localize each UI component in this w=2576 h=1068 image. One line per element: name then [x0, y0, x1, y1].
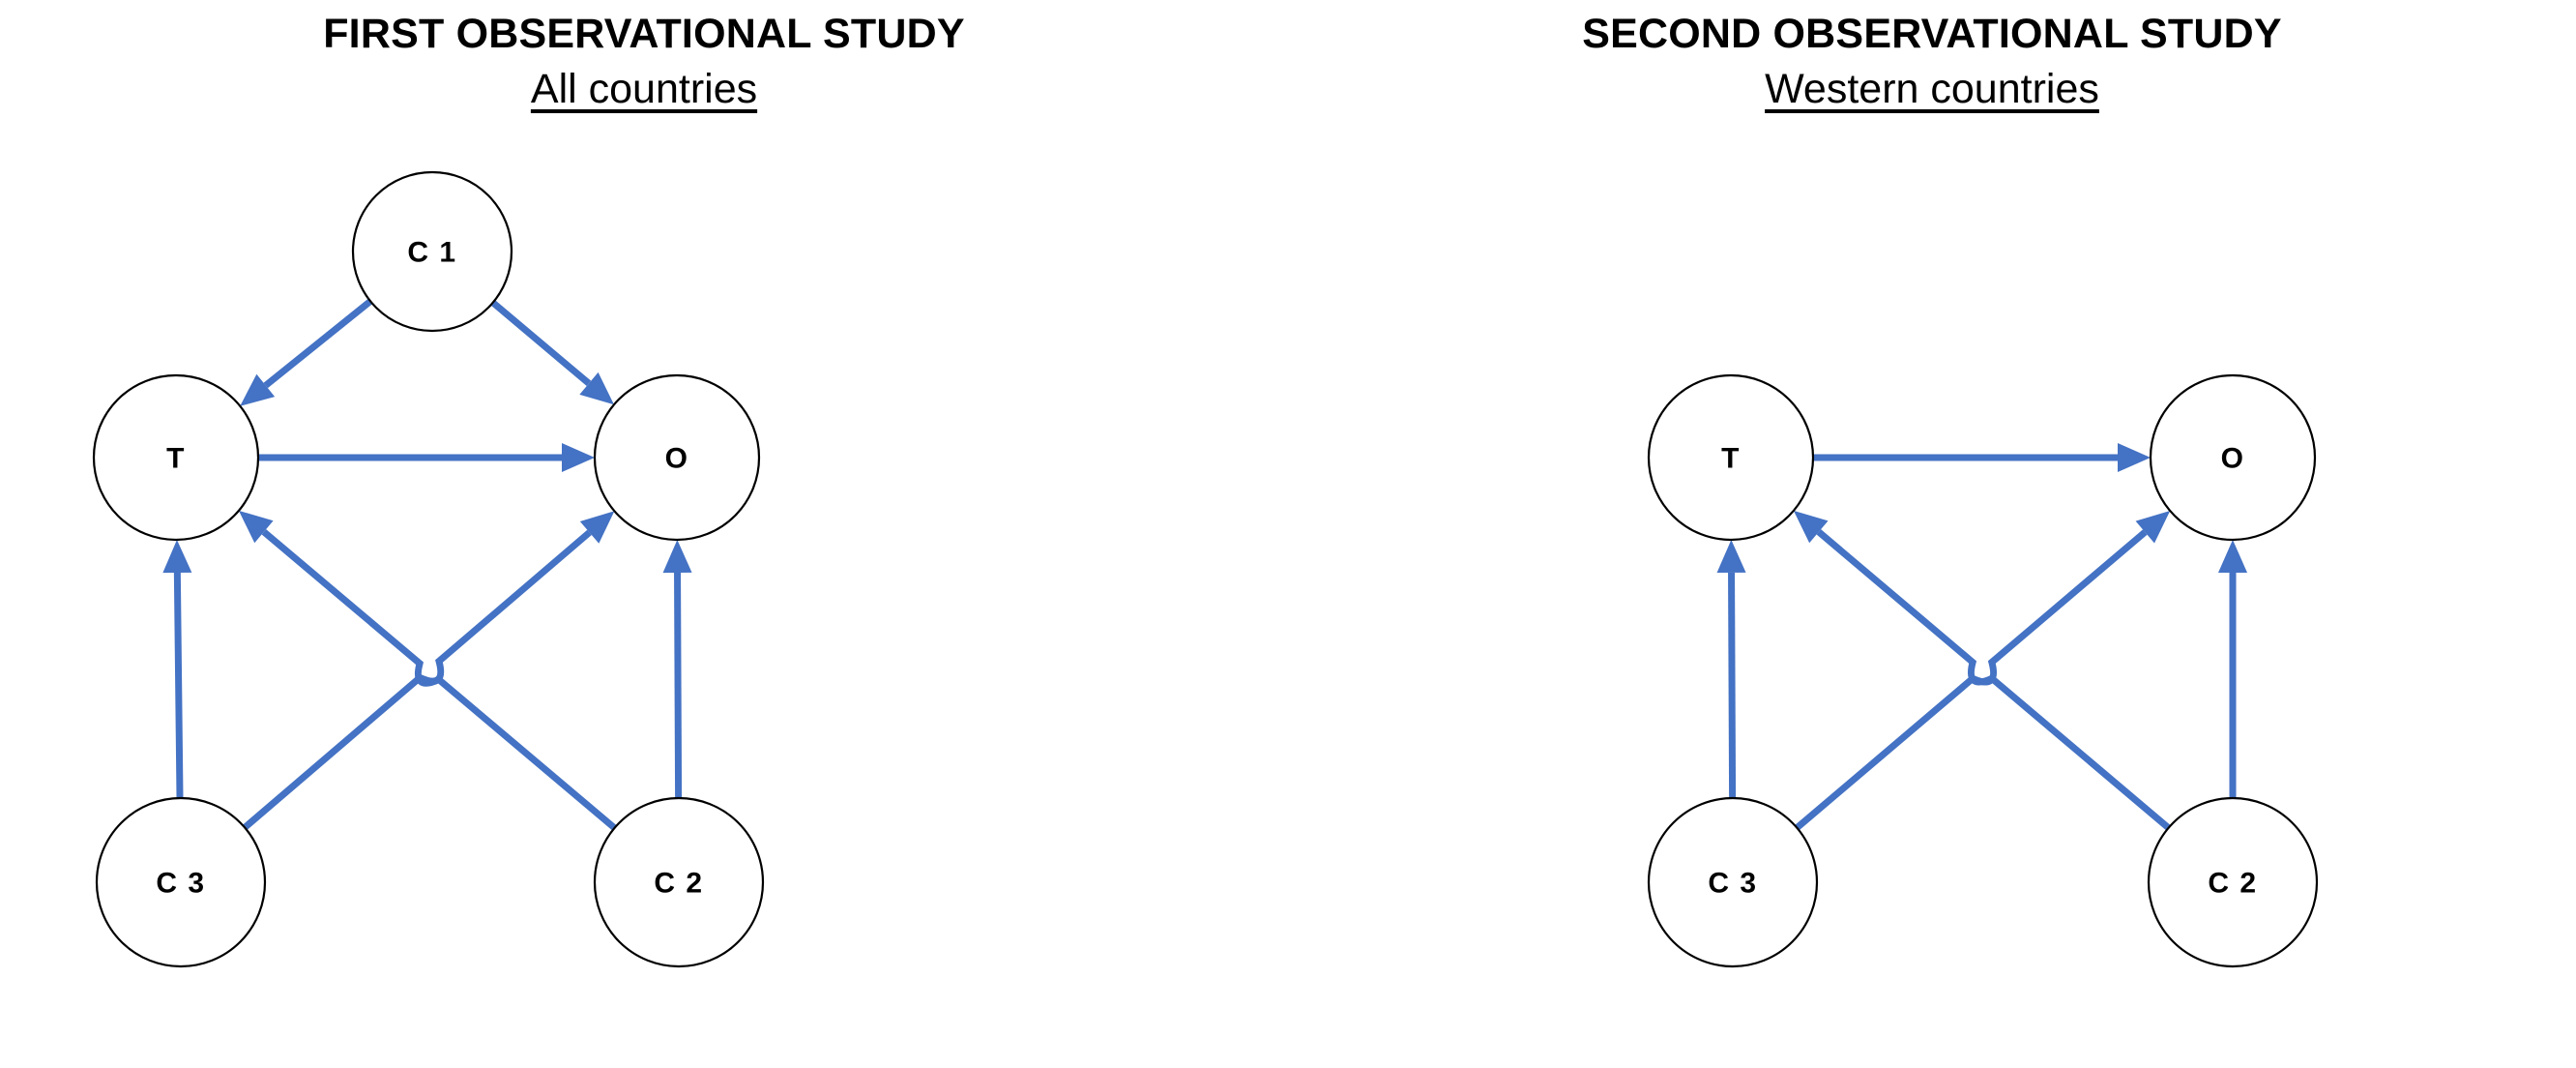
- arrowhead-icon: [562, 443, 595, 472]
- page-root: FIRST OBSERVATIONAL STUDY All countries …: [0, 0, 2576, 1068]
- right-title-main: SECOND OBSERVATIONAL STUDY: [1582, 11, 2282, 57]
- right-causal-diagram: T O C 3 C 2: [1647, 373, 2319, 968]
- node-C2[interactable]: C 2: [2147, 796, 2319, 968]
- node-label-C3: C 3: [156, 868, 205, 900]
- edge-C2-to-O: [662, 539, 692, 799]
- arrowhead-icon: [662, 539, 692, 574]
- node-label-C2: C 2: [2208, 868, 2257, 900]
- panel-first-observational-study: FIRST OBSERVATIONAL STUDY All countries …: [0, 0, 1288, 1068]
- node-label-C2: C 2: [654, 868, 703, 900]
- right-title-subtitle: Western countries: [1765, 66, 2099, 112]
- node-label-T: T: [1721, 443, 1741, 475]
- node-layer: T O C 3 C 2: [1647, 373, 2319, 968]
- edge-line: [263, 298, 373, 389]
- edge-C1-to-O: [490, 300, 614, 405]
- arrowhead-icon: [2218, 540, 2247, 573]
- edge-C3-to-T: [1716, 539, 1746, 799]
- panel-second-observational-study: SECOND OBSERVATIONAL STUDY Western count…: [1288, 0, 2576, 1068]
- edge-line: [490, 300, 592, 387]
- left-title-subtitle: All countries: [530, 66, 758, 112]
- left-causal-diagram: C 1 T O C 3 C 2: [92, 170, 765, 968]
- edge-line: [261, 529, 617, 831]
- node-label-C3: C 3: [1708, 868, 1757, 900]
- edge-C1-to-T: [240, 298, 373, 406]
- edge-line: [1816, 529, 2171, 831]
- left-title-block: FIRST OBSERVATIONAL STUDY All countries: [0, 14, 1288, 110]
- edge-line: [1728, 572, 1737, 799]
- arrowhead-icon: [1716, 539, 1746, 574]
- node-label-O: O: [665, 443, 689, 475]
- right-title-block: SECOND OBSERVATIONAL STUDY Western count…: [1288, 14, 2576, 110]
- node-T[interactable]: T: [1647, 373, 1815, 542]
- node-label-O: O: [2221, 443, 2245, 475]
- node-C3[interactable]: C 3: [1647, 796, 1819, 968]
- arrowhead-icon: [2118, 443, 2151, 472]
- edge-T-to-O: [258, 443, 595, 472]
- node-C3[interactable]: C 3: [95, 796, 267, 968]
- edge-line: [173, 572, 184, 799]
- edge-line: [674, 572, 683, 799]
- node-label-T: T: [166, 443, 186, 475]
- edge-T-to-O: [1813, 443, 2151, 472]
- edge-layer: [162, 298, 692, 831]
- node-C1[interactable]: C 1: [351, 170, 513, 333]
- node-label-C1: C 1: [407, 237, 456, 269]
- node-O[interactable]: O: [2149, 373, 2317, 542]
- left-title-main: FIRST OBSERVATIONAL STUDY: [323, 11, 965, 57]
- node-layer: C 1 T O C 3 C 2: [92, 170, 765, 968]
- arrowhead-icon: [162, 539, 192, 574]
- edge-C3-to-T: [162, 539, 192, 799]
- edge-C2-to-O: [2218, 540, 2247, 798]
- node-T[interactable]: T: [92, 373, 260, 542]
- node-O[interactable]: O: [593, 373, 761, 542]
- node-C2[interactable]: C 2: [593, 796, 765, 968]
